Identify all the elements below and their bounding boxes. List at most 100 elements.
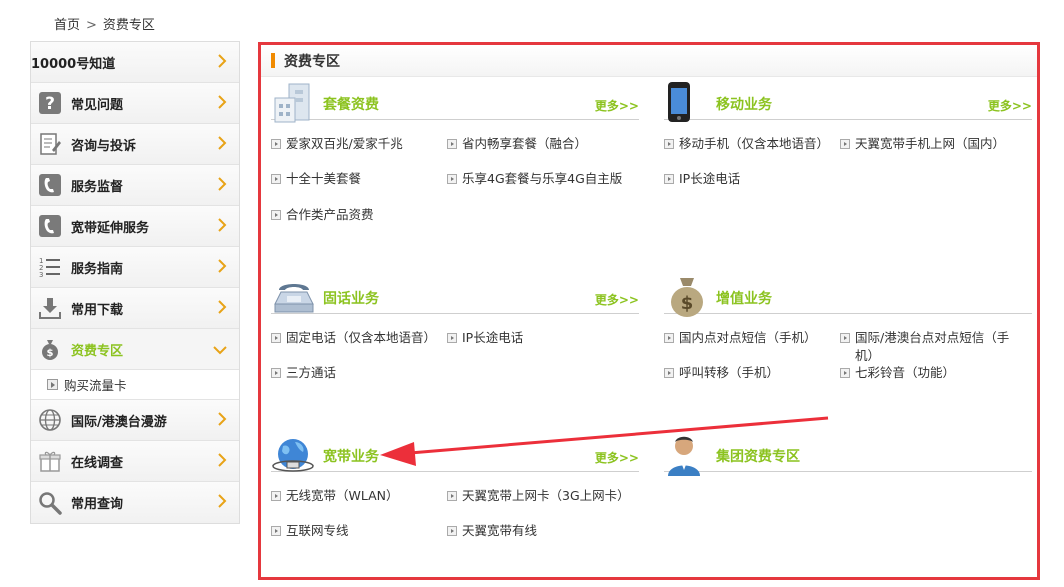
bullet-arrow-icon	[447, 174, 457, 184]
main-header: 资费专区	[261, 45, 1037, 77]
list-item[interactable]: 爱家双百兆/爱家千兆	[271, 135, 403, 153]
sidebar-item-broadband-extension[interactable]: 宽带延伸服务	[31, 206, 239, 247]
download-icon	[37, 295, 63, 321]
sidebar: 10000号知道 ? 常见问题 咨询与投诉 服务监督 宽带延伸服务 123 服务…	[30, 41, 240, 524]
bullet-arrow-icon	[840, 333, 850, 343]
page-title: 资费专区	[284, 53, 340, 70]
list-item[interactable]: 呼叫转移（手机）	[664, 364, 779, 382]
sidebar-item-label: 在线调查	[71, 455, 124, 471]
bullet-arrow-icon	[271, 333, 281, 343]
chevron-right-icon	[218, 412, 227, 426]
list-item[interactable]: IP长途电话	[664, 170, 740, 188]
sidebar-item-tariff-zone[interactable]: $ 资费专区	[31, 329, 239, 370]
bullet-arrow-icon	[271, 368, 281, 378]
chevron-down-icon	[213, 346, 227, 355]
bullet-arrow-icon	[447, 333, 457, 343]
chevron-right-icon	[218, 177, 227, 191]
bullet-arrow-icon	[447, 491, 457, 501]
section-value-added: $ 增值业务 国内点对点短信（手机） 国际/港澳台点对点短信（手机） 呼叫转移（…	[664, 278, 1032, 380]
bullet-arrow-icon	[840, 139, 850, 149]
section-title: 移动业务	[716, 97, 772, 113]
more-link[interactable]: 更多>>	[595, 97, 639, 114]
bullet-arrow-icon	[271, 210, 281, 220]
search-icon	[37, 490, 63, 516]
bullet-arrow-icon	[447, 139, 457, 149]
section-header: 宽带业务 更多>>	[271, 439, 639, 472]
sidebar-subitem-label: 购买流量卡	[64, 378, 127, 393]
svg-text:3: 3	[39, 271, 43, 279]
more-link[interactable]: 更多>>	[988, 97, 1032, 114]
chevron-right-icon	[218, 453, 227, 467]
list-item[interactable]: 无线宽带（WLAN）	[271, 487, 399, 505]
sidebar-item-label: 咨询与投诉	[71, 138, 137, 154]
list-item[interactable]: 固定电话（仅含本地语音）	[271, 329, 436, 347]
list-item[interactable]: 十全十美套餐	[271, 170, 361, 188]
list-item[interactable]: 七彩铃音（功能）	[840, 364, 955, 382]
sidebar-subitem-buy-data-card[interactable]: 购买流量卡	[31, 370, 239, 400]
sidebar-item-label: 常见问题	[71, 97, 124, 113]
sidebar-item-faq[interactable]: ? 常见问题	[31, 83, 239, 124]
main-panel: 资费专区 套餐资费 更多>> 爱家双百兆/爱家千兆 省内畅享套餐（融合） 十全十…	[258, 42, 1040, 580]
section-package: 套餐资费 更多>> 爱家双百兆/爱家千兆 省内畅享套餐（融合） 十全十美套餐 乐…	[271, 83, 639, 222]
list-item[interactable]: 省内畅享套餐（融合）	[447, 135, 587, 153]
section-title: 套餐资费	[323, 97, 379, 113]
sidebar-item-label: 资费专区	[71, 343, 124, 359]
section-mobile: 移动业务 更多>> 移动手机（仅含本地语音） 天翼宽带手机上网（国内） IP长途…	[664, 82, 1032, 186]
list-item[interactable]: 国内点对点短信（手机）	[664, 329, 817, 347]
bullet-arrow-icon	[271, 174, 281, 184]
sidebar-item-service-guide[interactable]: 123 服务指南	[31, 247, 239, 288]
gift-icon	[37, 448, 63, 474]
sidebar-item-label: 服务指南	[71, 261, 124, 277]
sidebar-item-downloads[interactable]: 常用下载	[31, 288, 239, 329]
person-icon	[668, 436, 700, 476]
chevron-right-icon	[218, 54, 227, 68]
globe-icon	[37, 407, 63, 433]
money-bag-icon: $	[671, 278, 703, 317]
list-item[interactable]: 移动手机（仅含本地语音）	[664, 135, 829, 153]
section-header: 套餐资费 更多>>	[271, 83, 639, 123]
sidebar-item-label: 常用查询	[71, 497, 124, 512]
sidebar-item-online-survey[interactable]: 在线调查	[31, 441, 239, 482]
header-accent-bar	[271, 53, 275, 68]
bullet-arrow-icon	[447, 526, 457, 536]
mobile-phone-icon	[668, 82, 690, 122]
section-title: 宽带业务	[323, 449, 379, 465]
more-link[interactable]: 更多>>	[595, 291, 639, 308]
list-item[interactable]: 乐享4G套餐与乐享4G自主版	[447, 170, 622, 188]
phone-icon	[37, 172, 63, 198]
list-item[interactable]: 三方通话	[271, 364, 336, 382]
building-icon	[274, 83, 310, 123]
phone-icon	[37, 213, 63, 239]
sidebar-item-service-supervision[interactable]: 服务监督	[31, 165, 239, 206]
section-header: 固话业务 更多>>	[271, 282, 639, 314]
bullet-arrow-icon	[664, 333, 674, 343]
bullet-arrow-icon	[664, 174, 674, 184]
breadcrumb: 首页 > 资费专区	[54, 14, 155, 33]
list-item[interactable]: IP长途电话	[447, 329, 523, 347]
breadcrumb-home[interactable]: 首页	[54, 18, 80, 33]
sidebar-item-consult-complaint[interactable]: 咨询与投诉	[31, 124, 239, 165]
section-group[interactable]: 集团资费专区	[664, 436, 1032, 476]
list-item[interactable]: 国际/港澳台点对点短信（手机）	[840, 329, 1010, 365]
bullet-arrow-icon	[840, 368, 850, 378]
section-header: 移动业务 更多>>	[664, 82, 1032, 122]
sidebar-item-international-roaming[interactable]: 国际/港澳台漫游	[31, 400, 239, 441]
sidebar-item-label: 宽带延伸服务	[71, 220, 150, 236]
bullet-arrow-icon	[664, 368, 674, 378]
svg-text:?: ?	[45, 94, 55, 114]
sidebar-item-label: 常用下载	[71, 302, 124, 318]
bullet-arrow-icon	[47, 379, 58, 390]
globe-network-icon	[272, 439, 314, 472]
bullet-arrow-icon	[664, 139, 674, 149]
sidebar-item-common-query[interactable]: 常用查询	[31, 482, 239, 523]
list-item[interactable]: 天翼宽带有线	[447, 522, 537, 540]
list-item[interactable]: 天翼宽带手机上网（国内）	[840, 135, 1005, 153]
list-item[interactable]: 合作类产品资费	[271, 206, 374, 224]
section-landline: 固话业务 更多>> 固定电话（仅含本地语音） IP长途电话 三方通话	[271, 282, 639, 380]
list-item[interactable]: 互联网专线	[271, 522, 349, 540]
chevron-right-icon	[218, 300, 227, 314]
more-link[interactable]: 更多>>	[595, 449, 639, 466]
chevron-right-icon	[218, 136, 227, 150]
sidebar-item-10000-knowledge[interactable]: 10000号知道	[31, 42, 239, 83]
list-item[interactable]: 天翼宽带上网卡（3G上网卡）	[447, 487, 630, 505]
